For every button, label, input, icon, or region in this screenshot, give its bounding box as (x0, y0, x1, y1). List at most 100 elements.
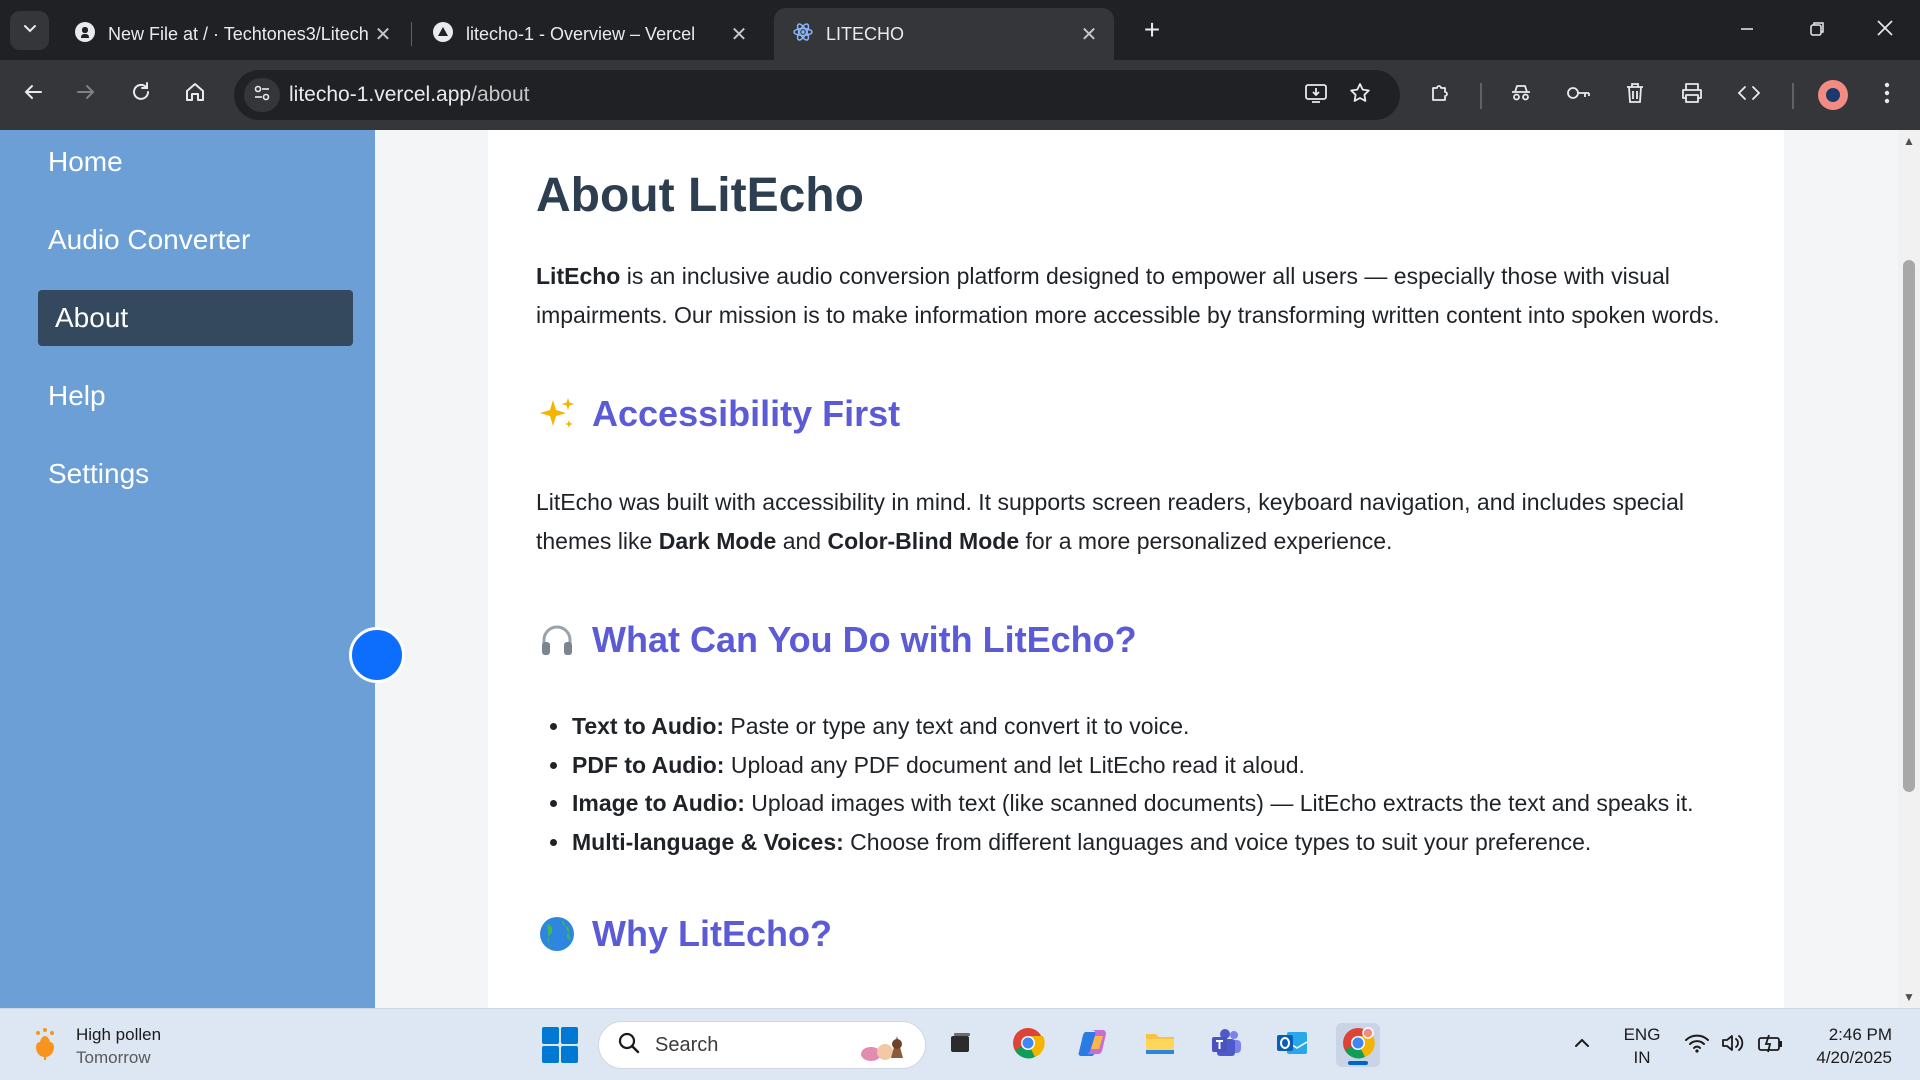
input-language-indicator[interactable]: ENG IN (1620, 1023, 1664, 1069)
delete-button[interactable] (1619, 80, 1651, 112)
taskbar-search[interactable]: Search (598, 1021, 926, 1069)
address-bar[interactable]: litecho-1.vercel.app/about (234, 70, 1400, 120)
show-hidden-icons-button[interactable] (1572, 1009, 1592, 1080)
github-icon (74, 21, 96, 48)
windows-logo-tile (561, 1027, 578, 1044)
star-icon (1348, 81, 1372, 111)
intro-text: is an inclusive audio conversion platfor… (536, 263, 1720, 328)
install-icon (1304, 81, 1328, 111)
scroll-down-icon[interactable]: ▼ (1902, 990, 1916, 1004)
chrome-icon (1341, 1026, 1375, 1065)
volume-status[interactable] (1720, 1009, 1746, 1080)
section-heading-why: Why LitEcho? (536, 913, 1736, 955)
about-content-card: About LitEcho LitEcho is an inclusive au… (488, 130, 1784, 1008)
region-code: IN (1633, 1048, 1651, 1067)
profile-avatar[interactable] (1818, 80, 1848, 110)
minimize-button[interactable] (1722, 10, 1772, 50)
close-window-button[interactable] (1860, 10, 1910, 50)
taskbar-outlook[interactable] (1270, 1023, 1314, 1067)
system-clock[interactable]: 2:46 PM 4/20/2025 (1800, 1023, 1892, 1069)
teams-icon (1209, 1026, 1243, 1065)
close-tab-icon[interactable]: ✕ (728, 23, 750, 46)
search-icon (617, 1031, 641, 1060)
print-button[interactable] (1676, 80, 1708, 112)
taskbar-chrome[interactable] (1006, 1023, 1050, 1067)
restore-button[interactable] (1792, 10, 1842, 50)
search-highlight-icon (849, 1030, 913, 1062)
intro-paragraph: LitEcho is an inclusive audio conversion… (536, 257, 1736, 335)
list-item: Image to Audio: Upload images with text … (550, 784, 1736, 823)
printer-icon (1680, 81, 1704, 111)
install-app-button[interactable] (1302, 82, 1330, 110)
chrome-icon (1011, 1026, 1045, 1065)
feature-name: Image to Audio: (572, 790, 745, 816)
weather-widget[interactable]: High pollen Tomorrow (28, 1023, 161, 1069)
forward-button[interactable] (68, 77, 104, 113)
clock-time: 2:46 PM (1828, 1025, 1892, 1044)
folder-icon (1143, 1026, 1177, 1065)
sidebar-item-audio-converter[interactable]: Audio Converter (38, 212, 353, 268)
color-blind-mode-label: Color-Blind Mode (827, 528, 1020, 554)
vercel-icon (432, 21, 454, 48)
taskbar-copilot[interactable] (1072, 1023, 1116, 1067)
scrollbar-thumb[interactable] (1903, 260, 1915, 792)
language-code: ENG (1623, 1025, 1661, 1044)
react-icon (792, 21, 814, 48)
new-tab-button[interactable]: + (1136, 14, 1168, 46)
reload-button[interactable] (123, 77, 159, 113)
taskbar-teams[interactable] (1204, 1023, 1248, 1067)
copilot-icon (1077, 1026, 1111, 1065)
taskbar-chrome-active[interactable] (1336, 1023, 1380, 1067)
extensions-button[interactable] (1425, 80, 1457, 112)
close-tab-icon[interactable]: ✕ (1078, 23, 1100, 46)
tab-title: New File at / · Techtones3/Litech (108, 23, 369, 44)
sidebar-item-about[interactable]: About (38, 290, 353, 346)
back-button[interactable] (15, 77, 51, 113)
sidebar-item-help[interactable]: Help (38, 368, 353, 424)
password-manager-button[interactable] (1563, 80, 1595, 112)
start-button[interactable] (542, 1027, 578, 1063)
sidebar-item-home[interactable]: Home (38, 134, 353, 190)
tab-vercel[interactable]: litecho-1 - Overview – Vercel ✕ (414, 8, 764, 60)
taskbar-task-view[interactable] (938, 1023, 982, 1067)
trash-icon (1624, 81, 1646, 111)
page-viewport: Home Audio Converter About Help Settings… (0, 130, 1920, 1008)
home-icon (184, 81, 206, 110)
outlook-icon (1275, 1026, 1309, 1065)
sidebar-item-settings[interactable]: Settings (38, 446, 353, 502)
tab-search-button[interactable] (10, 11, 49, 50)
browser-tab-bar: New File at / · Techtones3/Litech ✕ lite… (0, 0, 1920, 60)
sidebar: Home Audio Converter About Help Settings (0, 130, 375, 1008)
taskbar-file-explorer[interactable] (1138, 1023, 1182, 1067)
site-info-button[interactable] (244, 78, 280, 112)
bookmark-button[interactable] (1346, 82, 1374, 110)
incognito-icon (1509, 81, 1533, 111)
tab-github[interactable]: New File at / · Techtones3/Litech ✕ (56, 8, 408, 60)
accessibility-text: and (776, 528, 828, 554)
home-button[interactable] (177, 77, 213, 113)
browser-toolbar: litecho-1.vercel.app/about (0, 60, 1920, 130)
url-text[interactable]: litecho-1.vercel.app/about (289, 83, 530, 107)
tune-icon (252, 83, 272, 108)
scroll-up-icon[interactable]: ▲ (1902, 134, 1916, 148)
windows-logo-tile (542, 1046, 559, 1063)
floating-action-button[interactable] (349, 627, 405, 683)
url-path: /about (471, 83, 530, 106)
minimize-icon (1739, 17, 1755, 43)
devtools-button[interactable] (1733, 80, 1765, 112)
browser-menu-button[interactable] (1871, 80, 1903, 112)
incognito-button[interactable] (1505, 80, 1537, 112)
wifi-status[interactable] (1684, 1009, 1710, 1080)
tab-title: litecho-1 - Overview – Vercel (466, 23, 696, 44)
chevron-up-icon (1572, 1033, 1592, 1058)
intro-brand: LitEcho (536, 263, 621, 289)
page-scrollbar[interactable]: ▲ ▼ (1898, 130, 1920, 1008)
feature-desc: Upload images with text (like scanned do… (744, 790, 1694, 816)
tab-title: LITECHO (826, 23, 905, 44)
battery-status[interactable] (1756, 1009, 1784, 1080)
tab-litecho[interactable]: LITECHO ✕ (774, 8, 1114, 60)
close-tab-icon[interactable]: ✕ (372, 23, 394, 46)
task-view-icon (945, 1028, 975, 1063)
section-heading-text: What Can You Do with LitEcho? (592, 619, 1137, 660)
reload-icon (130, 81, 152, 110)
